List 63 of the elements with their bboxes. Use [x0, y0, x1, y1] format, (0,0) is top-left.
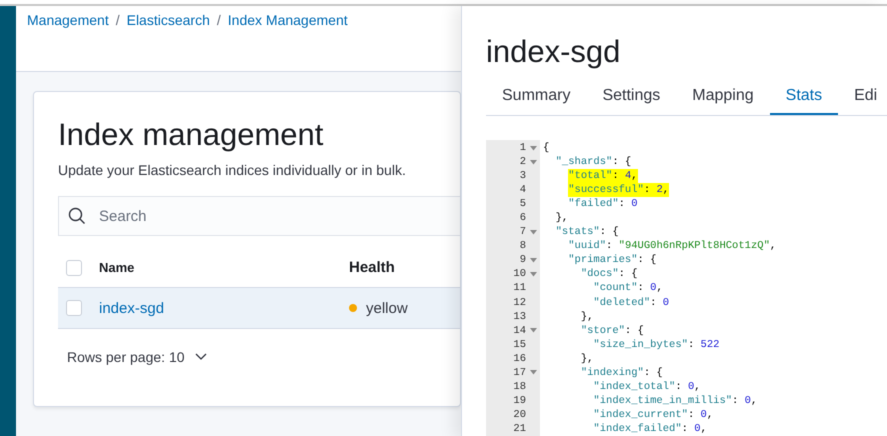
line-number: 19	[513, 394, 526, 408]
chevron-down-icon	[194, 353, 207, 361]
code-line: "index_current": 0,	[593, 408, 714, 422]
page-description: Update your Elasticsearch indices individually or in bulk.	[58, 162, 406, 178]
line-number: 6	[520, 211, 526, 226]
tab[interactable]: Settings	[586, 77, 676, 115]
line-number: 11	[513, 281, 526, 296]
code-line: "index_time_in_millis": 0,	[593, 394, 758, 408]
breadcrumb-separator: /	[116, 12, 120, 28]
line-number: 5	[520, 197, 526, 212]
line-number: 9	[520, 253, 526, 268]
line-number: 20	[513, 408, 526, 422]
line-number: 1	[520, 141, 526, 156]
breadcrumb-link[interactable]: Elasticsearch	[126, 12, 210, 28]
code-line: "size_in_bytes": 522	[593, 338, 720, 352]
health-status: yellow	[366, 300, 408, 316]
line-number: 17	[513, 366, 526, 380]
code-line: "primaries": {	[568, 253, 656, 268]
line-number: 12	[513, 296, 526, 310]
tab[interactable]: Mapping	[676, 77, 770, 115]
line-number: 21	[513, 422, 526, 436]
code-line: "failed": 0	[568, 197, 638, 212]
rows-per-page-button[interactable]: Rows per page: 10	[67, 349, 207, 365]
line-number: 18	[513, 380, 526, 394]
flyout-title: index-sgd	[486, 33, 622, 71]
line-number: 2	[520, 155, 526, 170]
code-line: "stats": {	[556, 225, 619, 240]
column-header[interactable]: Name	[99, 260, 349, 275]
code-line: "indexing": {	[580, 366, 663, 380]
code-line: },	[556, 211, 568, 226]
line-number: 7	[520, 225, 526, 240]
tab[interactable]: Summary	[486, 77, 586, 115]
code-line: "index_failed": 0,	[593, 422, 707, 436]
line-number: 8	[520, 239, 526, 254]
code-line: },	[580, 310, 594, 324]
line-number: 4	[520, 183, 526, 198]
line-number: 13	[513, 310, 526, 324]
code-line: "docs": {	[580, 267, 638, 282]
column-header[interactable]: Health	[349, 259, 395, 276]
checkbox[interactable]	[66, 300, 82, 316]
index-name-link[interactable]: index-sgd	[99, 300, 349, 316]
breadcrumb-link[interactable]: Index Management	[228, 12, 348, 28]
code-line: "store": {	[580, 324, 644, 338]
code-line: "uuid": "94UG0h6nRpKPlt8HCot1zQ",	[568, 239, 776, 254]
checkbox[interactable]	[66, 260, 82, 276]
code-line: {	[543, 141, 550, 156]
tab[interactable]: Stats	[770, 77, 838, 115]
code-line: "_shards": {	[556, 155, 632, 170]
line-number: 15	[513, 338, 526, 352]
code-line: "deleted": 0	[593, 296, 670, 310]
code-line: },	[580, 352, 594, 366]
breadcrumb-separator: /	[216, 12, 221, 28]
breadcrumb-link[interactable]: Management	[27, 12, 109, 28]
code-line: "count": 0,	[593, 281, 663, 296]
tab[interactable]: Edi	[838, 77, 887, 115]
search-icon	[68, 207, 86, 225]
line-number: 3	[520, 169, 526, 184]
code-line: "index_total": 0,	[593, 380, 701, 394]
search-field[interactable]: Search	[58, 196, 460, 236]
page-title: Index management	[58, 116, 324, 154]
line-number: 10	[513, 267, 526, 282]
line-number: 16	[513, 352, 526, 366]
line-number: 14	[513, 324, 526, 338]
